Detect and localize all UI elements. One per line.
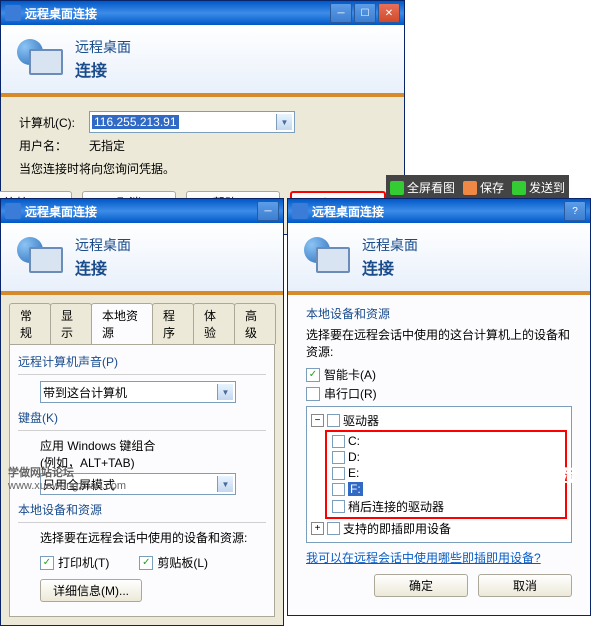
rdc-logo-icon: [304, 237, 352, 277]
window-title: 远程桌面连接: [25, 203, 257, 220]
drive-c-node[interactable]: C:: [332, 433, 564, 449]
ok-button[interactable]: 确定: [374, 574, 468, 597]
help-button[interactable]: ?: [564, 201, 586, 221]
checkbox-empty-icon: [332, 500, 345, 513]
audio-dropdown[interactable]: 带到这台计算机 ▼: [40, 381, 236, 403]
banner: 远程桌面 连接: [1, 223, 283, 291]
banner-subtitle: 连接: [75, 255, 131, 279]
serial-checkbox[interactable]: 串行口(R): [306, 385, 572, 402]
app-icon: [5, 5, 21, 21]
more-button[interactable]: 详细信息(M)...: [40, 579, 142, 602]
expand-icon[interactable]: +: [311, 522, 324, 535]
rdc-devices-dialog: 远程桌面连接 ? 远程桌面 连接 本地设备和资源 选择要在远程会话中使用的这台计…: [287, 198, 591, 616]
save-icon: [463, 181, 477, 195]
computer-label: 计算机(C):: [19, 114, 89, 131]
check-icon: ✓: [40, 556, 54, 570]
banner: 远程桌面 连接: [1, 25, 404, 93]
save-button[interactable]: 保存: [463, 179, 504, 196]
username-label: 用户名：: [19, 137, 89, 154]
pnp-help-link[interactable]: 我可以在远程会话中使用哪些即插即用设备?: [306, 549, 572, 566]
window-title: 远程桌面连接: [312, 203, 564, 220]
checkbox-empty-icon: [332, 435, 345, 448]
tab-general[interactable]: 常规: [9, 303, 51, 344]
tab-programs[interactable]: 程序: [152, 303, 194, 344]
minimize-button[interactable]: ─: [257, 201, 279, 221]
devices-hint: 选择要在远程会话中使用的这台计算机上的设备和资源:: [306, 326, 572, 360]
minimize-button[interactable]: ─: [330, 3, 352, 23]
watermark: 学做网站论坛 www.xuewangzhan.com: [8, 464, 126, 492]
rdc-options-window: 远程桌面连接 ─ 远程桌面 连接 常规 显示 本地资源 程序 体验 高级 远程计…: [0, 198, 284, 626]
rdc-logo-icon: [17, 39, 65, 79]
checkbox-empty-icon: [332, 451, 345, 464]
smartcard-checkbox[interactable]: ✓智能卡(A): [306, 366, 572, 383]
chevron-down-icon[interactable]: ▼: [217, 476, 233, 492]
titlebar[interactable]: 远程桌面连接 ─ ☐ ✕: [1, 1, 404, 25]
checkbox-empty-icon: [332, 483, 345, 496]
share-icon: [512, 181, 526, 195]
pnp-node[interactable]: + 支持的即插即用设备: [311, 519, 567, 538]
cancel-button[interactable]: 取消: [478, 574, 572, 597]
titlebar[interactable]: 远程桌面连接 ─: [1, 199, 283, 223]
fullscreen-button[interactable]: 全屏看图: [390, 179, 455, 196]
computer-value: 116.255.213.91: [92, 115, 179, 129]
maximize-button[interactable]: ☐: [354, 3, 376, 23]
check-icon: ✓: [139, 556, 153, 570]
tab-display[interactable]: 显示: [50, 303, 92, 344]
keyboard-group-title: 键盘(K): [18, 409, 266, 426]
tab-bar: 常规 显示 本地资源 程序 体验 高级: [1, 295, 283, 344]
send-button[interactable]: 发送到: [512, 179, 565, 196]
devices-hint: 选择要在远程会话中使用的设备和资源:: [40, 529, 266, 546]
close-button[interactable]: ✕: [378, 3, 400, 23]
devices-group-title: 本地设备和资源: [306, 305, 572, 322]
banner-title: 远程桌面: [362, 235, 418, 255]
check-icon: ✓: [306, 368, 320, 382]
expand-icon: [390, 181, 404, 195]
banner-subtitle: 连接: [75, 57, 131, 81]
chevron-down-icon[interactable]: ▼: [217, 384, 233, 400]
checkbox-empty-icon: [332, 467, 345, 480]
banner-title: 远程桌面: [75, 37, 131, 57]
banner-subtitle: 连接: [362, 255, 418, 279]
clipboard-checkbox[interactable]: ✓剪贴板(L): [139, 554, 208, 571]
printer-checkbox[interactable]: ✓打印机(T): [40, 554, 109, 571]
tab-advanced[interactable]: 高级: [234, 303, 276, 344]
screenshot-toolbar: 全屏看图 保存 发送到: [386, 175, 569, 200]
devices-group-title: 本地设备和资源: [18, 501, 266, 518]
banner-title: 远程桌面: [75, 235, 131, 255]
checkbox-empty-icon: [306, 387, 320, 401]
chevron-down-icon[interactable]: ▼: [276, 114, 292, 130]
drives-node[interactable]: − 驱动器: [311, 411, 567, 430]
rdc-logo-icon: [17, 237, 65, 277]
banner: 远程桌面 连接: [288, 223, 590, 291]
collapse-icon[interactable]: −: [311, 414, 324, 427]
titlebar[interactable]: 远程桌面连接 ?: [288, 199, 590, 223]
app-icon: [292, 203, 308, 219]
app-icon: [5, 203, 21, 219]
username-value: 无指定: [89, 137, 125, 154]
computer-dropdown[interactable]: 116.255.213.91 ▼: [89, 111, 295, 133]
audio-group-title: 远程计算机声音(P): [18, 353, 266, 370]
tab-local-resources[interactable]: 本地资源: [91, 303, 153, 344]
window-title: 远程桌面连接: [25, 5, 330, 22]
keyboard-hint: 应用 Windows 键组合: [40, 437, 266, 454]
credentials-hint: 当您连接时将向您询问凭据。: [19, 160, 386, 177]
baidu-watermark: Baidu 经验: [484, 462, 575, 488]
tab-experience[interactable]: 体验: [193, 303, 235, 344]
checkbox-empty-icon: [327, 522, 340, 535]
checkbox-empty-icon[interactable]: [327, 414, 340, 427]
